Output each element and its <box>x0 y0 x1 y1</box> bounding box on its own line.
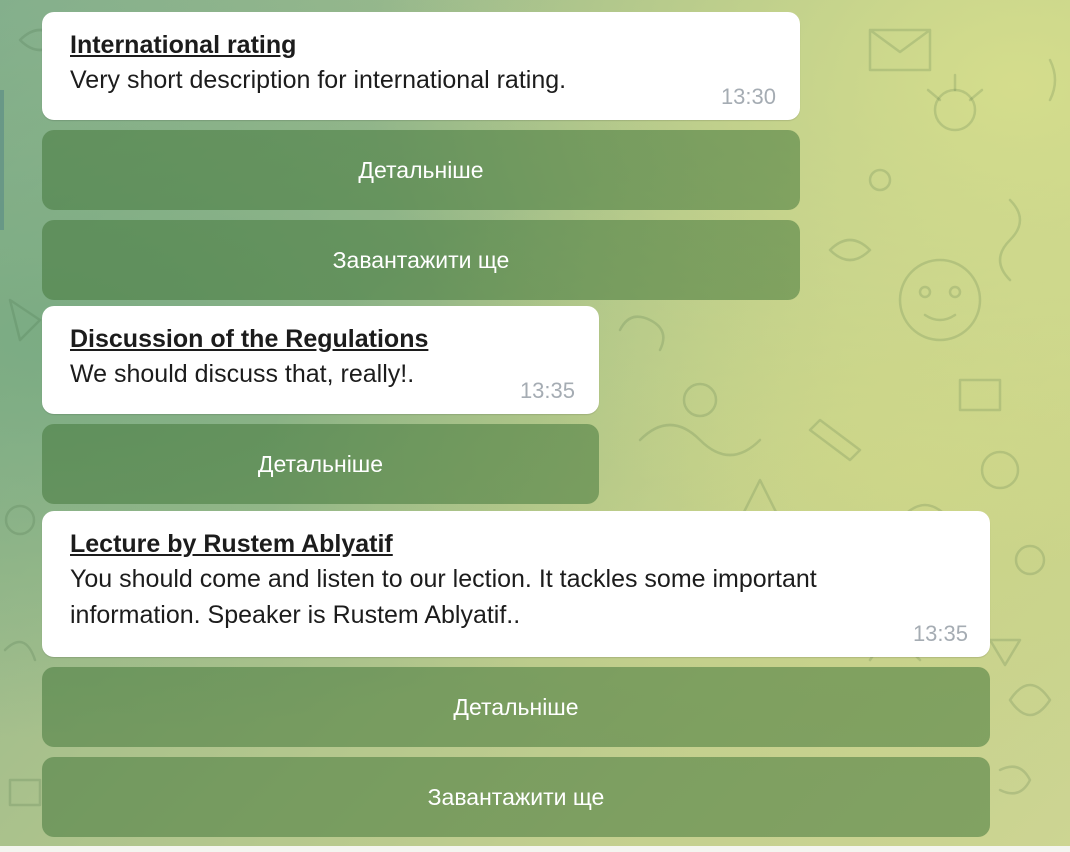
details-button[interactable]: Детальніше <box>42 424 599 504</box>
message-title[interactable]: Discussion of the Regulations <box>70 322 575 356</box>
load-more-button[interactable]: Завантажити ще <box>42 757 990 837</box>
message-time: 13:30 <box>720 84 776 109</box>
message-text: You should come and listen to our lectio… <box>70 565 817 629</box>
message-bubble: International rating Very short descript… <box>42 12 800 120</box>
message-bubble: Discussion of the Regulations We should … <box>42 306 599 414</box>
message-text: We should discuss that, really!. <box>70 360 415 388</box>
message-bubble: Lecture by Rustem Ablyatif You should co… <box>42 511 990 657</box>
details-button[interactable]: Детальніше <box>42 130 800 210</box>
bottom-edge <box>0 846 1070 852</box>
message-title[interactable]: Lecture by Rustem Ablyatif <box>70 527 966 561</box>
details-button[interactable]: Детальніше <box>42 667 990 747</box>
left-edge-accent <box>0 90 4 230</box>
load-more-button[interactable]: Завантажити ще <box>42 220 800 300</box>
message-time: 13:35 <box>519 378 575 403</box>
message-text: Very short description for international… <box>70 66 567 94</box>
message-title[interactable]: International rating <box>70 28 776 62</box>
message-time: 13:35 <box>912 621 968 646</box>
